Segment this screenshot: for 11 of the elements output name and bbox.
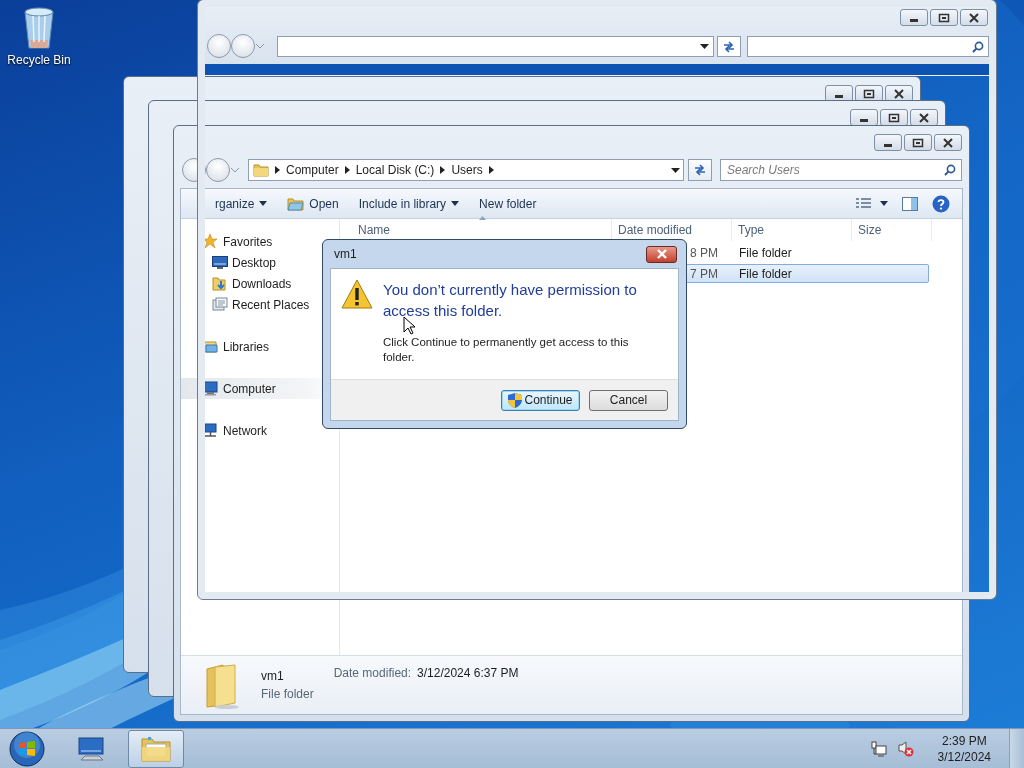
dialog-title: vm1 xyxy=(334,247,357,261)
folder-type: File folder xyxy=(261,687,314,701)
dialog-message: Click Continue to permanently get access to this folder. xyxy=(383,335,630,365)
table-cell: 7 PM xyxy=(690,266,718,281)
table-cell-text: File folder xyxy=(738,245,793,260)
dialog-heading: You don’t currently have permission to access this folder. xyxy=(383,280,638,321)
folder-name: vm1 xyxy=(261,669,285,683)
table-cell: 8 PM xyxy=(690,245,718,260)
table-cell-text: File folder xyxy=(738,266,793,281)
date-value: 3/12/2024 6:37 PM xyxy=(417,666,519,680)
date-label: Date modified: xyxy=(333,666,412,680)
